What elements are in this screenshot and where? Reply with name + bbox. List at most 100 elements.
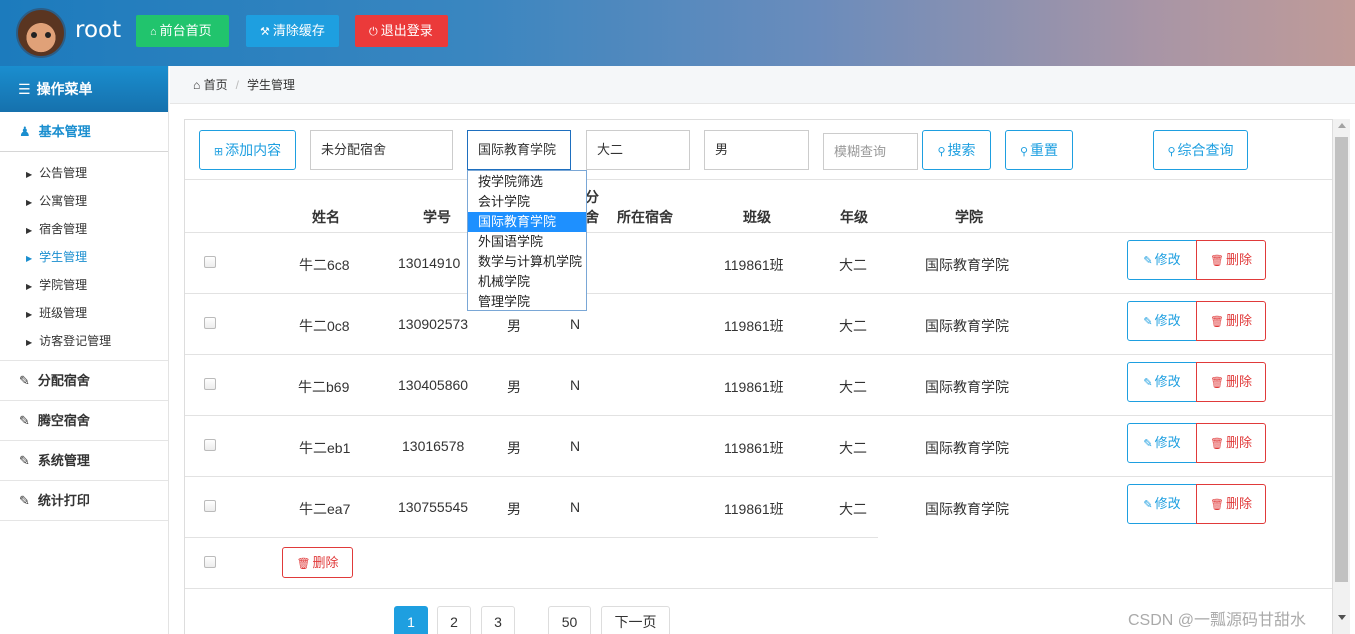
sidebar-group-vacate[interactable]: ✎ 腾空宿舍 xyxy=(0,401,168,441)
add-content-button[interactable]: ⊞ 添加内容 xyxy=(199,130,296,170)
toolbar-divider xyxy=(185,179,1332,180)
sidebar-item-student[interactable]: ▶ 学生管理 xyxy=(0,243,168,271)
home-button[interactable]: ⌂ 前台首页 xyxy=(136,15,229,47)
scrollbar[interactable] xyxy=(1333,119,1350,634)
row-checkbox[interactable] xyxy=(204,256,216,268)
sidebar-item-visitor[interactable]: ▶ 访客登记管理 xyxy=(0,327,168,355)
col-class: 班级 xyxy=(743,209,771,225)
dropdown-option[interactable]: 按学院筛选 xyxy=(468,172,586,192)
edit-button[interactable]: ✎ 修改 xyxy=(1127,362,1197,402)
search-button[interactable]: ⚲ 搜索 xyxy=(922,130,991,170)
row-checkbox[interactable] xyxy=(204,439,216,451)
row-checkbox[interactable] xyxy=(204,378,216,390)
breadcrumb-home[interactable]: 首页 xyxy=(204,78,228,92)
search-icon: ⚲ xyxy=(1019,146,1029,158)
clear-cache-button[interactable]: ⚒ 清除缓存 xyxy=(246,15,339,47)
add-content-label: 添加内容 xyxy=(225,142,282,158)
trash-icon: 🗑 xyxy=(1210,438,1224,450)
table-bottom-divider xyxy=(185,588,1332,589)
username: root xyxy=(75,17,122,43)
fuzzy-search-input[interactable]: 模糊查询 xyxy=(823,133,918,170)
edit-button[interactable]: ✎ 修改 xyxy=(1127,301,1197,341)
row-divider xyxy=(185,232,1332,233)
home-icon: ⌂ xyxy=(193,78,201,92)
sidebar-group-basic[interactable]: ♟ 基本管理 xyxy=(0,112,168,152)
scroll-down-arrow[interactable] xyxy=(1338,615,1346,620)
edit-button[interactable]: ✎ 修改 xyxy=(1127,240,1197,280)
col-dorm: 所在宿舍 xyxy=(617,209,673,225)
dropdown-option[interactable]: 会计学院 xyxy=(468,192,586,212)
page-last[interactable]: 50 xyxy=(548,606,591,634)
sidebar-item-label: 班级管理 xyxy=(39,306,88,320)
student-assigned: N xyxy=(570,499,581,515)
edit-button[interactable]: ✎ 修改 xyxy=(1127,423,1197,463)
sidebar-item-notice[interactable]: ▶ 公告管理 xyxy=(0,159,168,187)
sidebar-item-label: 公告管理 xyxy=(39,166,88,180)
college-filter-select[interactable]: 国际教育学院 xyxy=(467,130,571,170)
sidebar-group-assign[interactable]: ✎ 分配宿舍 xyxy=(0,361,168,401)
scroll-up-arrow[interactable] xyxy=(1338,123,1346,128)
watermark: CSDN @一瓢源码甘甜水 xyxy=(1128,612,1307,629)
reset-button[interactable]: ⚲ 重置 xyxy=(1005,130,1073,170)
sidebar: ☰ 操作菜单 ♟ 基本管理 ▶ 公告管理 ▶ 公寓管理 ▶ 宿舍管理 ▶ 学生管理 ▶ 学院管… xyxy=(0,66,169,634)
sidebar-group-print[interactable]: ✎ 统计打印 xyxy=(0,481,168,521)
page-3[interactable]: 3 xyxy=(481,606,515,634)
student-name: 牛二0c8 xyxy=(299,318,350,334)
delete-button[interactable]: 🗑 删除 xyxy=(1196,240,1266,280)
dropdown-option[interactable]: 机械学院 xyxy=(468,272,586,292)
edit-label: 修改 xyxy=(1154,435,1181,450)
row-checkbox[interactable] xyxy=(204,500,216,512)
col-assigned-bottom: 舍 xyxy=(585,209,599,225)
sidebar-group-system[interactable]: ✎ 系统管理 xyxy=(0,441,168,481)
delete-button[interactable]: 🗑 删除 xyxy=(1196,362,1266,402)
dropdown-option[interactable]: 外国语学院 xyxy=(468,232,586,252)
delete-button[interactable]: 🗑 删除 xyxy=(1196,301,1266,341)
row-checkbox[interactable] xyxy=(204,317,216,329)
select-all-checkbox[interactable] xyxy=(204,556,216,568)
row-divider xyxy=(185,537,878,538)
col-assigned-top: 分 xyxy=(585,189,599,205)
student-grade: 大二 xyxy=(839,318,867,334)
bulk-delete-button[interactable]: 🗑 删除 xyxy=(282,547,353,578)
student-college: 国际教育学院 xyxy=(925,257,1009,273)
student-gender: 男 xyxy=(507,379,521,395)
sidebar-item-college[interactable]: ▶ 学院管理 xyxy=(0,271,168,299)
grade-filter-select[interactable]: 大二 xyxy=(586,130,690,170)
dropdown-option[interactable]: 管理学院 xyxy=(468,292,586,312)
logout-button[interactable]: ⏻ 退出登录 xyxy=(355,15,448,47)
trash-icon: 🗑 xyxy=(1210,499,1224,511)
sidebar-item-dorm[interactable]: ▶ 宿舍管理 xyxy=(0,215,168,243)
edit-label: 修改 xyxy=(1154,496,1181,511)
breadcrumb-current: 学生管理 xyxy=(246,78,295,92)
user-avatar[interactable] xyxy=(16,8,66,58)
gender-filter-select[interactable]: 男 xyxy=(704,130,809,170)
combined-query-button[interactable]: ⚲ 综合查询 xyxy=(1153,130,1248,170)
student-id: 130755545 xyxy=(398,499,469,515)
trash-icon: 🗑 xyxy=(1210,316,1224,328)
page-1[interactable]: 1 xyxy=(394,606,428,634)
delete-button[interactable]: 🗑 删除 xyxy=(1196,484,1266,524)
delete-button[interactable]: 🗑 删除 xyxy=(1196,423,1266,463)
edit-icon: ✎ xyxy=(1143,377,1153,389)
dorm-filter-select[interactable]: 未分配宿舍 xyxy=(310,130,453,170)
row-divider xyxy=(185,293,1332,294)
breadcrumb-separator: / xyxy=(235,78,239,92)
caret-right-icon: ▶ xyxy=(26,254,33,263)
trash-icon: 🗑 xyxy=(296,558,311,570)
sidebar-item-apartment[interactable]: ▶ 公寓管理 xyxy=(0,187,168,215)
student-name: 牛二6c8 xyxy=(299,257,350,273)
dropdown-option-selected[interactable]: 国际教育学院 xyxy=(468,212,586,232)
scrollbar-thumb[interactable] xyxy=(1335,137,1348,582)
student-grade: 大二 xyxy=(839,440,867,456)
trash-icon: 🗑 xyxy=(1210,255,1224,267)
next-page-button[interactable]: 下一页 xyxy=(601,606,670,634)
edit-button[interactable]: ✎ 修改 xyxy=(1127,484,1197,524)
delete-label: 删除 xyxy=(1225,374,1252,389)
page-2[interactable]: 2 xyxy=(437,606,471,634)
col-student-id: 学号 xyxy=(423,209,451,225)
search-label: 搜索 xyxy=(947,142,976,158)
list-icon: ☰ xyxy=(18,81,31,97)
sidebar-item-label: 学院管理 xyxy=(39,278,88,292)
dropdown-option[interactable]: 数学与计算机学院 xyxy=(468,252,586,272)
sidebar-item-class[interactable]: ▶ 班级管理 xyxy=(0,299,168,327)
